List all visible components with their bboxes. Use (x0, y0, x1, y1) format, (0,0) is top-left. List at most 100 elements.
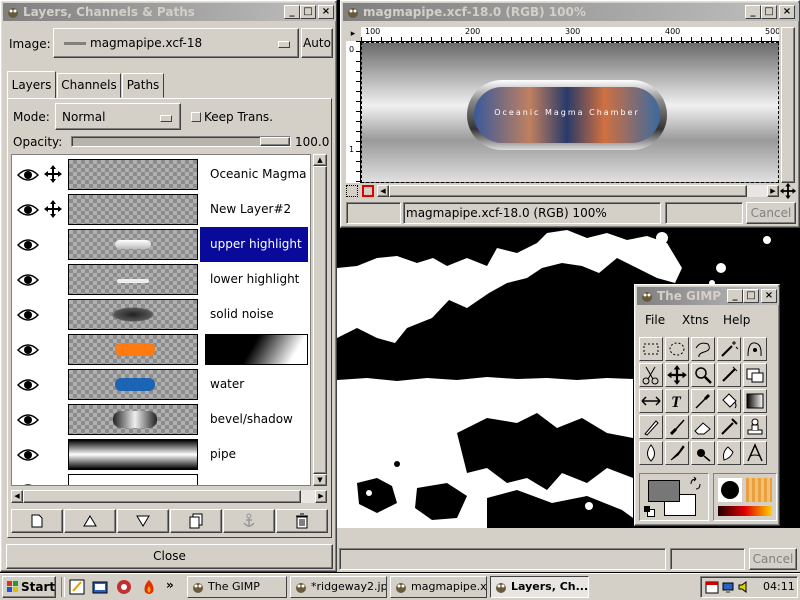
menu-help[interactable]: Help (723, 313, 750, 327)
transform-tool[interactable] (743, 363, 767, 387)
mode-menu[interactable]: Normal (55, 103, 181, 130)
eye-icon[interactable] (17, 448, 39, 462)
image-vscrollbar[interactable] (781, 27, 795, 183)
navigate-icon[interactable] (779, 182, 797, 200)
bucket-fill-tool[interactable] (717, 389, 741, 413)
duplicate-layer-button[interactable] (170, 509, 222, 533)
quicklaunch-app-icon[interactable] (115, 578, 133, 596)
start-button[interactable]: Start (2, 576, 56, 598)
tab-paths[interactable]: Paths (122, 73, 164, 98)
default-colors-icon[interactable] (644, 506, 655, 517)
eye-icon[interactable] (17, 483, 39, 486)
tray-scheduler-icon[interactable] (705, 580, 719, 594)
swap-colors-icon[interactable] (688, 476, 704, 492)
image-hscrollbar[interactable]: ◀ ▶ (377, 185, 779, 197)
maximize-button[interactable]: □ (300, 5, 316, 19)
keep-trans-checkbox[interactable] (191, 112, 201, 122)
close-button[interactable]: × (761, 289, 777, 303)
active-pattern[interactable] (746, 478, 772, 502)
image-menu[interactable]: magmapipe.xcf-18 (53, 28, 299, 58)
eye-icon[interactable] (17, 238, 39, 252)
convolve-tool[interactable] (639, 441, 663, 465)
auto-button[interactable]: Auto (301, 28, 333, 58)
eraser-tool[interactable] (691, 415, 715, 439)
layer-row[interactable]: pipe (12, 437, 308, 472)
pencil-tool[interactable] (639, 415, 663, 439)
paintbrush-tool[interactable] (665, 415, 689, 439)
color-picker-tool[interactable] (691, 389, 715, 413)
quicklaunch-more-icon[interactable]: » (166, 578, 174, 592)
layer-row[interactable]: Oceanic Magma (12, 157, 308, 192)
layer-row-selected[interactable]: upper highlight (12, 227, 308, 262)
taskbar-task-ridgeway[interactable]: *ridgeway2.jp... (290, 576, 387, 598)
link-move-icon[interactable] (43, 199, 63, 219)
layers-vscrollbar[interactable]: ▲ ▼ (313, 154, 327, 486)
minimize-button[interactable]: _ (745, 5, 761, 19)
scroll-up-button[interactable]: ▲ (313, 154, 327, 166)
airbrush-tool[interactable] (717, 415, 741, 439)
quickmask-on-button[interactable] (362, 185, 374, 197)
image-canvas[interactable]: Oceanic Magma Chamber (361, 42, 779, 183)
layer-row[interactable]: water (12, 367, 308, 402)
foreground-color-swatch[interactable] (648, 480, 680, 502)
scroll-right-button[interactable]: ▶ (767, 185, 779, 197)
rect-select-tool[interactable] (639, 337, 663, 361)
scroll-thumb[interactable] (781, 27, 795, 183)
maximize-button[interactable]: □ (743, 289, 759, 303)
menu-arrow-button[interactable]: ▸ (346, 27, 360, 41)
smudge-tool[interactable] (717, 441, 741, 465)
raise-layer-button[interactable] (64, 509, 116, 533)
measure-tool[interactable] (743, 441, 767, 465)
layer-row[interactable] (12, 332, 308, 367)
image-titlebar[interactable]: magmapipe.xcf-18.0 (RGB) 100% _ □ × (343, 3, 799, 21)
eye-icon[interactable] (17, 343, 39, 357)
bezier-select-tool[interactable] (743, 337, 767, 361)
clone-tool[interactable] (743, 415, 767, 439)
quicklaunch-editor-icon[interactable] (68, 578, 86, 596)
toolbox-titlebar[interactable]: The GIMP _ □ × (637, 287, 779, 305)
eye-icon[interactable] (17, 413, 39, 427)
minimize-button[interactable]: _ (284, 5, 300, 19)
text-tool[interactable]: T (665, 389, 689, 413)
eye-icon[interactable] (17, 168, 39, 182)
move-tool[interactable] (665, 363, 689, 387)
layer-row[interactable] (12, 472, 308, 486)
menu-file[interactable]: File (645, 313, 665, 327)
ink-tool[interactable] (665, 441, 689, 465)
minimize-button[interactable]: _ (727, 289, 743, 303)
scroll-right-button[interactable]: ▶ (315, 490, 327, 503)
eye-icon[interactable] (17, 308, 39, 322)
tab-layers[interactable]: Layers (7, 71, 56, 99)
tab-channels[interactable]: Channels (57, 73, 121, 98)
crop-tool[interactable] (717, 363, 741, 387)
layers-hscrollbar[interactable]: ◀ ▶ (11, 490, 327, 503)
blend-tool[interactable] (743, 389, 767, 413)
menu-xtns[interactable]: Xtns (682, 313, 709, 327)
lower-layer-button[interactable] (117, 509, 169, 533)
anchor-layer-button[interactable] (223, 509, 275, 533)
eye-icon[interactable] (17, 378, 39, 392)
quicklaunch-explorer-icon[interactable] (91, 578, 109, 596)
flip-tool[interactable] (639, 389, 663, 413)
layer-row[interactable]: bevel/shadow (12, 402, 308, 437)
bg-cancel-button[interactable]: Cancel (749, 548, 797, 570)
dodge-burn-tool[interactable] (691, 441, 715, 465)
fuzzy-select-tool[interactable] (717, 337, 741, 361)
tray-volume-icon[interactable] (737, 580, 751, 594)
quickmask-off-button[interactable] (346, 185, 358, 197)
scroll-down-button[interactable]: ▼ (313, 474, 327, 486)
layer-row[interactable]: solid noise (12, 297, 308, 332)
image-cancel-button[interactable]: Cancel (746, 202, 796, 224)
eye-icon[interactable] (17, 203, 39, 217)
tray-network-icon[interactable] (721, 580, 735, 594)
layers-titlebar[interactable]: Layers, Channels & Paths _ □ × (3, 3, 336, 21)
scroll-left-button[interactable]: ◀ (11, 490, 23, 503)
free-select-tool[interactable] (691, 337, 715, 361)
delete-layer-button[interactable] (276, 509, 328, 533)
taskbar-task-magmapipe[interactable]: magmapipe.x... (390, 576, 487, 598)
new-layer-button[interactable] (11, 509, 63, 533)
magnify-tool[interactable] (691, 363, 715, 387)
scroll-hthumb[interactable] (389, 185, 747, 197)
scroll-left-button[interactable]: ◀ (377, 185, 389, 197)
layer-row[interactable]: lower highlight (12, 262, 308, 297)
